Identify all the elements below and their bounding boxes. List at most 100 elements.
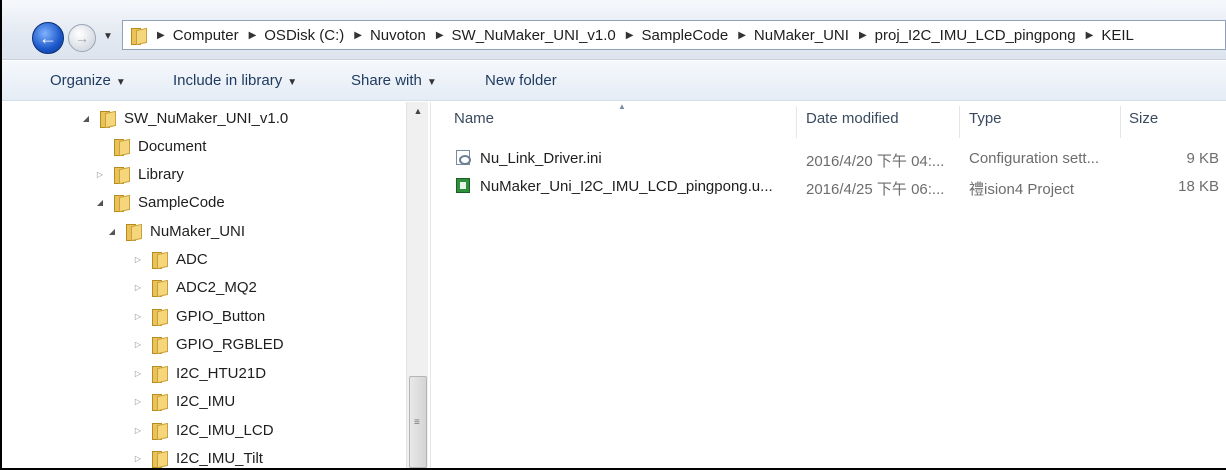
collapsed-triangle-icon[interactable]: ▷ <box>132 340 144 349</box>
column-header-name[interactable]: Name <box>454 110 494 127</box>
tree-item-numaker-uni[interactable]: ◢ NuMaker_UNI <box>106 217 245 245</box>
chevron-right-icon[interactable]: ▶ <box>249 30 257 41</box>
column-header-size[interactable]: Size <box>1129 110 1158 127</box>
folder-icon <box>150 422 168 440</box>
file-list[interactable]: ▲ Name Date modified Type Size Nu_Link_D… <box>432 102 1226 468</box>
tree-item-label: Library <box>138 165 184 183</box>
chevron-right-icon[interactable]: ▶ <box>436 30 444 41</box>
collapsed-triangle-icon[interactable]: ▷ <box>94 170 106 179</box>
chevron-right-icon[interactable]: ▶ <box>859 30 867 41</box>
breadcrumb-proj[interactable]: proj_I2C_IMU_LCD_pingpong <box>875 27 1076 44</box>
tree-item-label: Document <box>138 137 207 155</box>
column-header-date-modified[interactable]: Date modified <box>806 110 899 127</box>
share-with-button[interactable]: Share with ▼ <box>351 72 437 89</box>
share-with-label: Share with <box>351 72 422 89</box>
include-in-library-label: Include in library <box>173 72 283 89</box>
collapsed-triangle-icon[interactable]: ▷ <box>132 397 144 406</box>
chevron-right-icon[interactable]: ▶ <box>354 30 362 41</box>
expanded-triangle-icon[interactable]: ◢ <box>80 114 92 123</box>
file-type: 禮ision4 Project <box>969 181 1075 198</box>
file-row[interactable]: Nu_Link_Driver.ini 2016/4/20 下午 04:... C… <box>452 146 1226 172</box>
collapsed-triangle-icon[interactable]: ▷ <box>132 454 144 463</box>
explorer-window: ← → ▼ ▶ Computer ▶ OSDisk (C:) ▶ Nuvoton… <box>0 0 1226 470</box>
tree-item-label: NuMaker_UNI <box>150 222 246 240</box>
collapsed-triangle-icon[interactable]: ▷ <box>132 426 144 435</box>
tree-item-i2c-imu-lcd[interactable]: ▷ I2C_IMU_LCD <box>132 416 274 444</box>
expanded-triangle-icon[interactable]: ◢ <box>94 198 106 207</box>
back-arrow-icon: ← <box>39 27 57 48</box>
breadcrumb-samplecode[interactable]: SampleCode <box>641 27 728 44</box>
column-divider[interactable] <box>796 106 797 138</box>
breadcrumb-osdisk[interactable]: OSDisk (C:) <box>264 27 344 44</box>
new-folder-button[interactable]: New folder <box>485 72 557 89</box>
address-region: ← → ▼ ▶ Computer ▶ OSDisk (C:) ▶ Nuvoton… <box>2 0 1226 60</box>
tree-item-label: SampleCode <box>138 193 225 211</box>
collapsed-triangle-icon[interactable]: ▷ <box>132 312 144 321</box>
chevron-right-icon[interactable]: ▶ <box>157 30 165 41</box>
tree-item-i2c-htu21d[interactable]: ▷ I2C_HTU21D <box>132 359 266 387</box>
folder-icon <box>124 223 142 241</box>
caret-down-icon: ▼ <box>287 77 298 88</box>
tree-item-label: ADC <box>176 250 208 268</box>
forward-arrow-icon: → <box>75 30 89 46</box>
breadcrumb-numaker-uni[interactable]: NuMaker_UNI <box>754 27 849 44</box>
collapsed-triangle-icon[interactable]: ▷ <box>132 283 144 292</box>
chevron-right-icon[interactable]: ▶ <box>1086 30 1094 41</box>
folder-icon <box>150 450 168 468</box>
include-in-library-button[interactable]: Include in library ▼ <box>173 72 297 89</box>
organize-button[interactable]: Organize ▼ <box>50 72 126 89</box>
forward-button[interactable]: → <box>68 24 96 52</box>
tree-item-label: I2C_IMU_LCD <box>176 421 274 439</box>
sort-ascending-icon: ▲ <box>618 102 626 111</box>
back-button[interactable]: ← <box>32 22 64 54</box>
tree-item-label: ADC2_MQ2 <box>176 278 257 296</box>
chevron-right-icon[interactable]: ▶ <box>738 30 746 41</box>
tree-item-label: I2C_HTU21D <box>176 364 267 382</box>
file-name: Nu_Link_Driver.ini <box>480 150 602 167</box>
tree-item-i2c-imu[interactable]: ▷ I2C_IMU <box>132 387 235 415</box>
file-name: NuMaker_Uni_I2C_IMU_LCD_pingpong.u... <box>480 178 773 195</box>
folder-icon <box>150 279 168 297</box>
folder-icon <box>150 251 168 269</box>
tree-item-gpio-button[interactable]: ▷ GPIO_Button <box>132 302 265 330</box>
breadcrumb-keil[interactable]: KEIL <box>1101 27 1134 44</box>
file-size: 18 KB <box>1178 178 1219 195</box>
collapsed-triangle-icon[interactable]: ▷ <box>132 255 144 264</box>
file-date: 2016/4/20 下午 04:... <box>806 153 945 170</box>
tree-item-library[interactable]: ▷ Library <box>94 160 184 188</box>
column-header-type[interactable]: Type <box>969 110 1002 127</box>
tree-item-label: I2C_IMU <box>176 392 236 410</box>
tree-item-adc[interactable]: ▷ ADC <box>132 245 208 273</box>
breadcrumb-nuvoton[interactable]: Nuvoton <box>370 27 426 44</box>
tree-item-label: I2C_IMU_Tilt <box>176 449 263 467</box>
file-row[interactable]: NuMaker_Uni_I2C_IMU_LCD_pingpong.u... 20… <box>452 174 1226 200</box>
tree-item-samplecode[interactable]: ◢ SampleCode <box>94 188 225 216</box>
column-divider[interactable] <box>959 106 960 138</box>
tree-item-i2c-imu-tilt[interactable]: ▷ I2C_IMU_Tilt <box>132 444 263 468</box>
tree-item-sw-numaker[interactable]: ◢ SW_NuMaker_UNI_v1.0 <box>80 104 288 132</box>
folder-icon <box>129 27 147 45</box>
folder-icon <box>150 308 168 326</box>
scroll-up-icon[interactable]: ▲ <box>407 106 429 122</box>
folder-icon <box>150 336 168 354</box>
column-divider[interactable] <box>1120 106 1121 138</box>
collapsed-triangle-icon[interactable]: ▷ <box>132 369 144 378</box>
tree-item-label: GPIO_RGBLED <box>176 335 284 353</box>
nav-pane-scrollbar[interactable]: ▲ ≡ <box>406 102 428 468</box>
folder-icon <box>150 393 168 411</box>
tree-item-gpio-rgbled[interactable]: ▷ GPIO_RGBLED <box>132 330 284 358</box>
command-bar: Organize ▼ Include in library ▼ Share with… <box>2 61 1226 101</box>
recent-pages-dropdown[interactable]: ▼ <box>103 31 113 42</box>
tree-item-document[interactable]: Document <box>94 132 206 160</box>
breadcrumb-computer[interactable]: Computer <box>173 27 239 44</box>
folder-icon <box>98 110 116 128</box>
navigation-pane[interactable]: ◢ SW_NuMaker_UNI_v1.0 Document ▷ Library ◢… <box>4 102 430 468</box>
breadcrumb-sw-numaker[interactable]: SW_NuMaker_UNI_v1.0 <box>452 27 616 44</box>
chevron-right-icon[interactable]: ▶ <box>626 30 634 41</box>
scrollbar-thumb[interactable]: ≡ <box>409 376 427 468</box>
tree-item-adc2-mq2[interactable]: ▷ ADC2_MQ2 <box>132 273 257 301</box>
address-bar[interactable]: ▶ Computer ▶ OSDisk (C:) ▶ Nuvoton ▶ SW_… <box>122 20 1226 50</box>
pane-divider[interactable] <box>430 102 431 468</box>
expanded-triangle-icon[interactable]: ◢ <box>106 227 118 236</box>
file-type: Configuration sett... <box>969 150 1100 167</box>
